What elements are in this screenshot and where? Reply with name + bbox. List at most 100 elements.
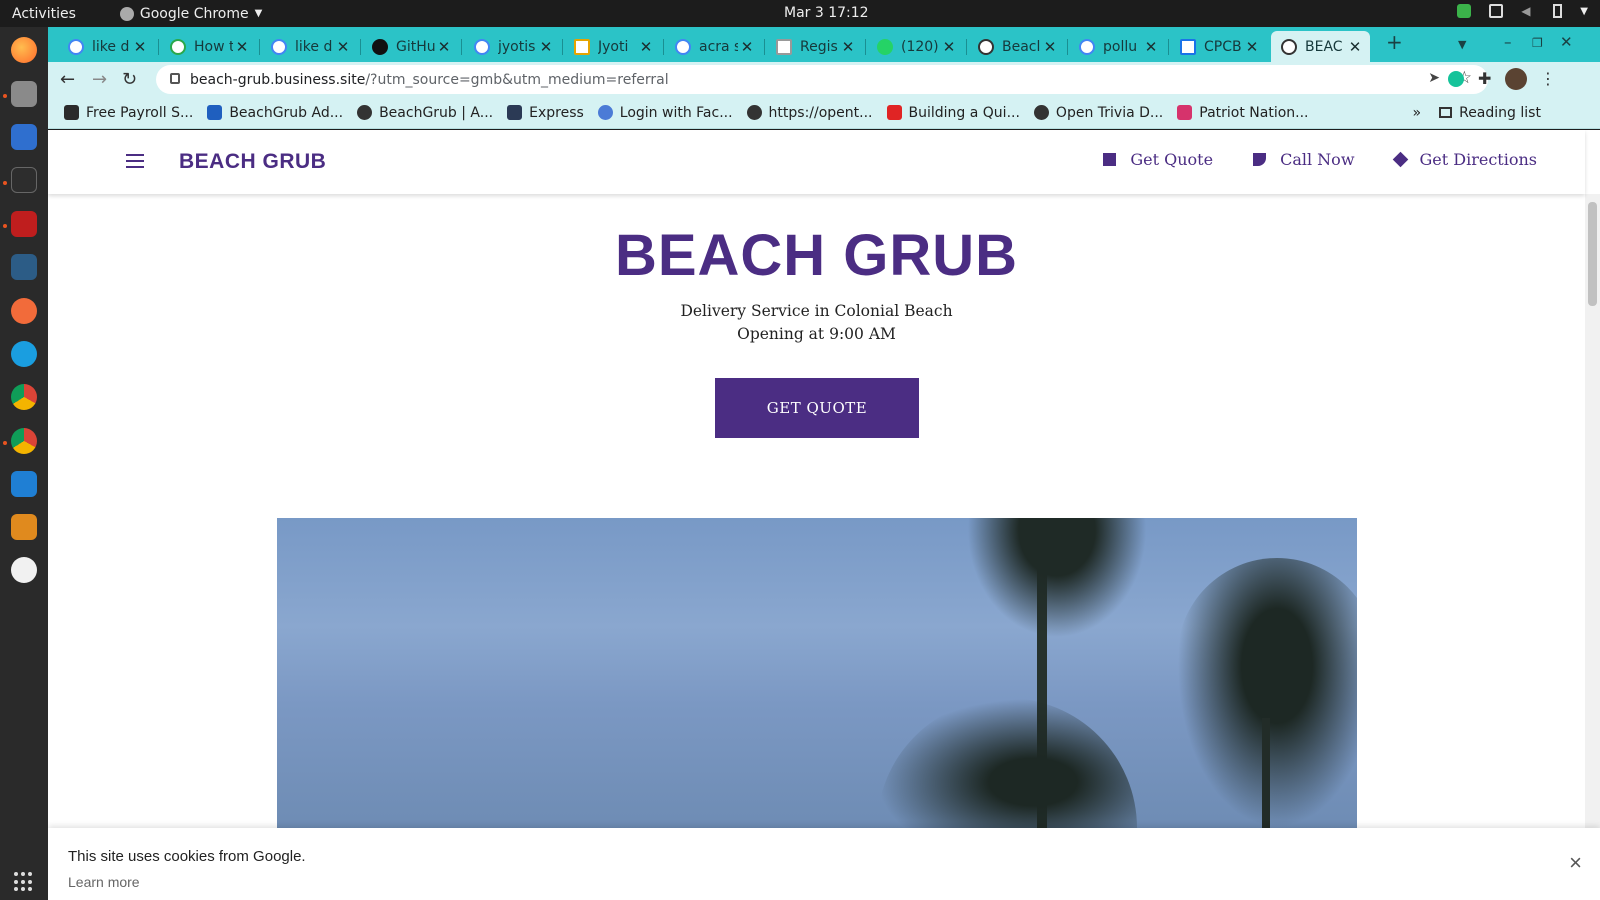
menu-icon[interactable] bbox=[126, 154, 144, 172]
chrome-dev-icon[interactable] bbox=[11, 384, 37, 410]
trello-icon bbox=[207, 105, 223, 120]
globe-icon bbox=[357, 105, 373, 120]
cookie-message: This site uses cookies from Google. bbox=[68, 848, 306, 865]
close-tab-icon[interactable]: ✕ bbox=[537, 38, 555, 56]
maximize-icon[interactable]: ❐ bbox=[1532, 36, 1543, 50]
new-tab-button[interactable]: + bbox=[1386, 30, 1403, 54]
bookmarks-bar: Free Payroll S... BeachGrub Ad... BeachG… bbox=[48, 97, 1600, 129]
bookmark-item[interactable]: https://opent... bbox=[746, 105, 873, 121]
send-tab-icon[interactable]: ➤ bbox=[1428, 70, 1440, 86]
react-icon bbox=[597, 105, 613, 120]
postman-icon[interactable] bbox=[11, 298, 37, 324]
express-icon bbox=[507, 105, 523, 120]
close-tab-icon[interactable]: ✕ bbox=[131, 38, 149, 56]
quote-form-icon bbox=[1103, 153, 1117, 166]
site-logo[interactable]: BEACH GRUB bbox=[179, 150, 326, 174]
close-tab-icon[interactable]: ✕ bbox=[940, 38, 958, 56]
tab[interactable]: Beacl ✕ bbox=[968, 31, 1065, 62]
bookmark-item[interactable]: Express bbox=[507, 105, 584, 121]
sublime-text-icon[interactable] bbox=[11, 514, 37, 540]
filezilla-icon[interactable] bbox=[11, 211, 37, 237]
chrome-icon[interactable] bbox=[11, 428, 37, 454]
update-icon bbox=[1457, 4, 1472, 18]
tab[interactable]: (120) ✕ bbox=[867, 31, 964, 62]
tab[interactable]: pollu ✕ bbox=[1069, 31, 1166, 62]
url-host: beach-grub.business.site bbox=[190, 71, 366, 88]
tab-strip: like d ✕ How t ✕ like d ✕ GitHu ✕ jyotis ✕ Jy… bbox=[48, 27, 1600, 62]
scrollbar-thumb[interactable] bbox=[1588, 202, 1597, 306]
address-bar[interactable]: beach-grub.business.site/?utm_source=gmb… bbox=[156, 65, 1488, 94]
system-tray[interactable]: ◀ ▼ bbox=[1457, 4, 1588, 18]
google-icon bbox=[474, 38, 490, 55]
get-quote-link[interactable]: Get Quote bbox=[1103, 150, 1213, 169]
bookmark-favicon bbox=[64, 105, 79, 120]
close-tab-icon[interactable]: ✕ bbox=[1041, 38, 1059, 56]
close-tab-icon[interactable]: ✕ bbox=[738, 38, 756, 56]
close-tab-icon[interactable]: ✕ bbox=[1142, 38, 1160, 56]
reload-icon[interactable]: ↻ bbox=[122, 69, 137, 90]
close-tab-icon[interactable]: ✕ bbox=[334, 38, 352, 56]
tab[interactable]: GitHu ✕ bbox=[362, 31, 459, 62]
close-tab-icon[interactable]: ✕ bbox=[1346, 38, 1364, 56]
bookmark-item[interactable]: Patriot Nation... bbox=[1177, 105, 1309, 121]
close-tab-icon[interactable]: ✕ bbox=[1243, 38, 1261, 56]
tab[interactable]: Regis ✕ bbox=[766, 31, 863, 62]
tab[interactable]: like d ✕ bbox=[58, 31, 155, 62]
system-top-bar: Activities Google Chrome ▼ Mar 3 17:12 ◀… bbox=[0, 0, 1600, 27]
tab[interactable]: How t ✕ bbox=[160, 31, 257, 62]
learn-more-link[interactable]: Learn more bbox=[68, 874, 140, 890]
app-menu[interactable]: Google Chrome ▼ bbox=[119, 6, 262, 22]
forward-icon[interactable]: → bbox=[92, 69, 107, 90]
menu-icon[interactable]: ⋮ bbox=[1540, 69, 1556, 88]
tab[interactable]: CPCB ✕ bbox=[1170, 31, 1267, 62]
lock-icon[interactable] bbox=[170, 73, 180, 84]
tab[interactable]: Jyoti ✕ bbox=[564, 31, 661, 62]
bookmark-item[interactable]: Login with Fac... bbox=[597, 105, 733, 121]
tab-active[interactable]: BEAC ✕ bbox=[1271, 31, 1370, 62]
activities-button[interactable]: Activities bbox=[12, 6, 76, 22]
google-icon bbox=[271, 38, 287, 55]
bookmark-item[interactable]: BeachGrub | A... bbox=[357, 105, 493, 121]
get-quote-button[interactable]: GET QUOTE bbox=[715, 378, 919, 438]
github-icon bbox=[372, 38, 388, 55]
clock[interactable]: Mar 3 17:12 bbox=[784, 5, 869, 21]
minimize-icon[interactable]: – bbox=[1504, 33, 1512, 51]
tab[interactable]: like d ✕ bbox=[261, 31, 358, 62]
files-icon[interactable] bbox=[11, 81, 37, 107]
close-tab-icon[interactable]: ✕ bbox=[233, 38, 251, 56]
bookmark-item[interactable]: Open Trivia D... bbox=[1033, 105, 1163, 121]
show-applications-icon[interactable] bbox=[14, 872, 34, 892]
skype-icon[interactable] bbox=[11, 341, 37, 367]
close-tab-icon[interactable]: ✕ bbox=[637, 38, 655, 56]
mysql-workbench-icon[interactable] bbox=[11, 254, 37, 280]
bookmark-item[interactable]: BeachGrub Ad... bbox=[207, 105, 343, 121]
site-icon bbox=[1180, 38, 1196, 55]
close-tab-icon[interactable]: ✕ bbox=[435, 38, 453, 56]
directions-icon bbox=[1392, 151, 1408, 168]
play-store-icon bbox=[574, 38, 590, 55]
close-tab-icon[interactable]: ✕ bbox=[839, 38, 857, 56]
globe-icon bbox=[746, 105, 762, 120]
mongodb-compass-icon[interactable] bbox=[11, 557, 37, 583]
extensions-icon[interactable]: ✚ bbox=[1478, 69, 1491, 88]
tab[interactable]: acra s ✕ bbox=[665, 31, 762, 62]
tab-search-icon[interactable]: ▼ bbox=[1458, 38, 1466, 51]
get-directions-link[interactable]: Get Directions bbox=[1392, 150, 1537, 169]
bookmark-item[interactable]: Free Payroll S... bbox=[64, 105, 193, 121]
tab[interactable]: jyotis ✕ bbox=[464, 31, 561, 62]
site-icon bbox=[776, 38, 792, 55]
grammarly-icon[interactable] bbox=[1448, 71, 1464, 87]
close-icon[interactable]: × bbox=[1569, 850, 1582, 876]
firefox-icon[interactable] bbox=[11, 37, 37, 63]
profile-avatar[interactable] bbox=[1505, 68, 1527, 90]
bookmark-item[interactable]: Building a Qui... bbox=[886, 105, 1020, 121]
reading-list-button[interactable]: Reading list bbox=[1439, 105, 1541, 121]
vscode-icon[interactable] bbox=[11, 471, 37, 497]
google-icon bbox=[68, 38, 84, 55]
terminal-icon[interactable] bbox=[11, 167, 37, 193]
more-bookmarks-button[interactable]: » bbox=[1413, 105, 1422, 121]
back-icon[interactable]: ← bbox=[60, 69, 75, 90]
text-editor-icon[interactable] bbox=[11, 124, 37, 150]
close-window-icon[interactable]: ✕ bbox=[1560, 33, 1573, 51]
call-now-link[interactable]: Call Now bbox=[1253, 150, 1355, 169]
